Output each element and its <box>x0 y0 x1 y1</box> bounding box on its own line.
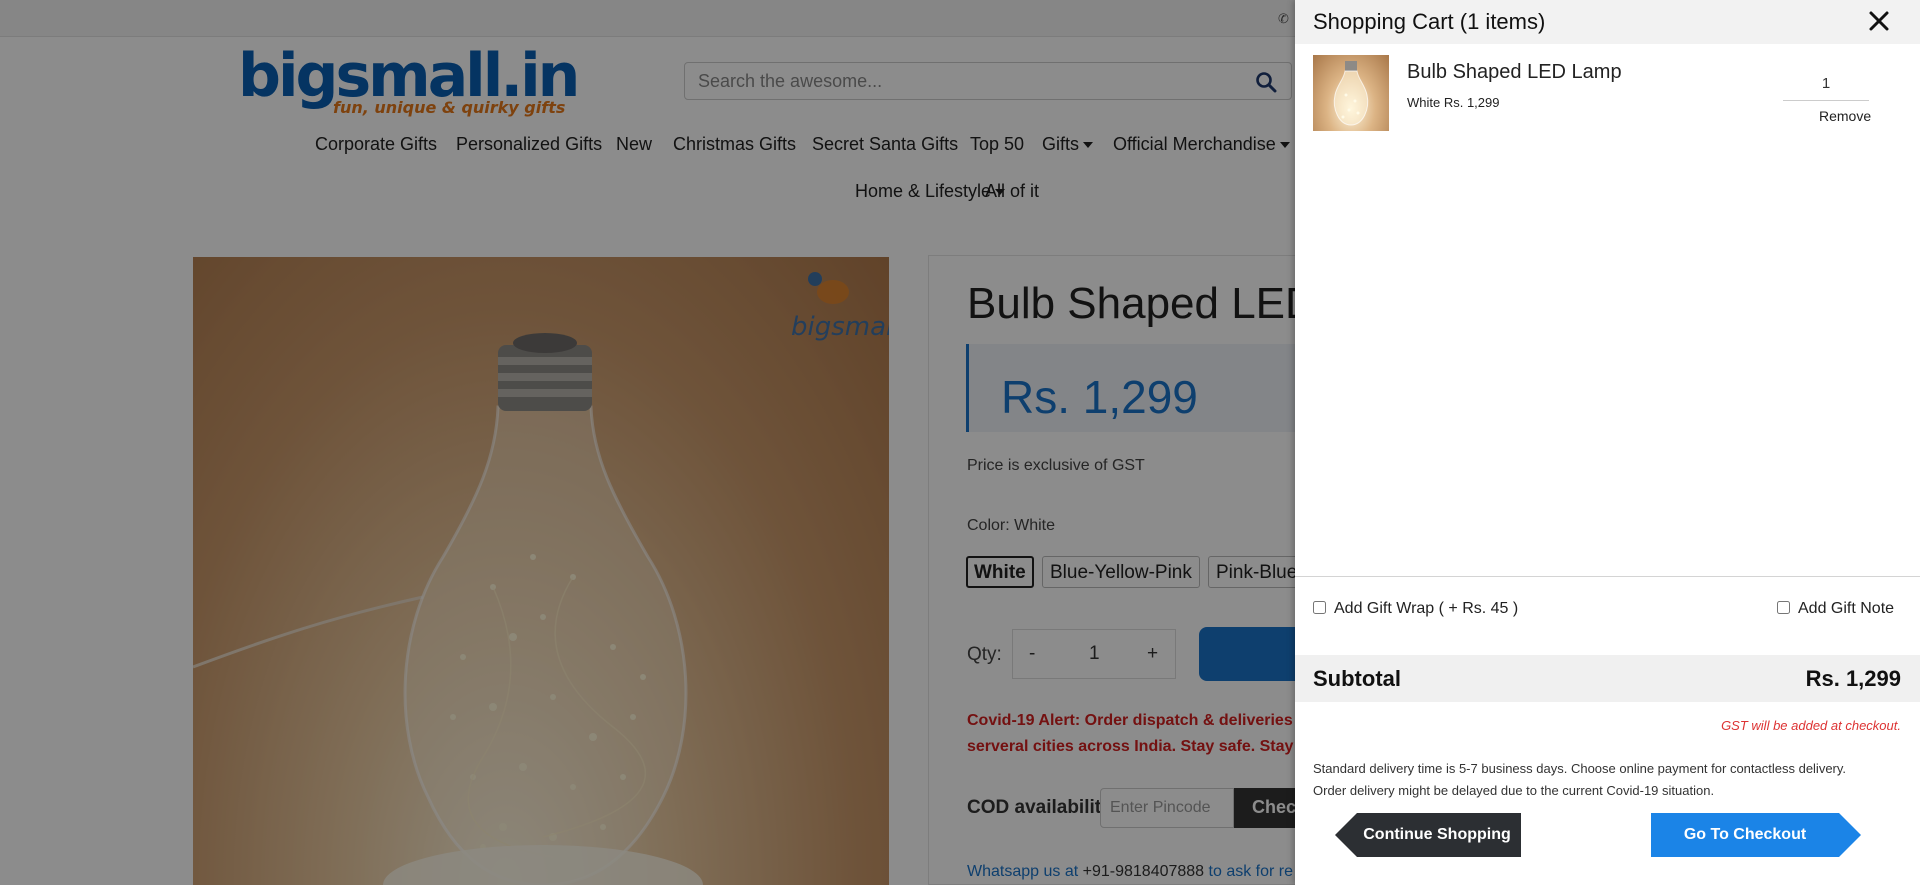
cart-item-thumbnail[interactable] <box>1313 55 1389 131</box>
delivery-note: Standard delivery time is 5-7 business d… <box>1313 758 1913 802</box>
cart-item-name[interactable]: Bulb Shaped LED Lamp <box>1407 61 1622 84</box>
cart-header: Shopping Cart (1 items) <box>1295 0 1920 44</box>
cart-item-variant: White Rs. 1,299 <box>1407 95 1500 110</box>
modal-backdrop[interactable] <box>0 0 1295 885</box>
cart-divider <box>1295 576 1920 577</box>
delivery-note-line-1: Standard delivery time is 5-7 business d… <box>1313 761 1847 776</box>
cart-title: Shopping Cart (1 items) <box>1313 9 1546 34</box>
gift-wrap-checkbox[interactable] <box>1313 601 1326 614</box>
gift-note-label: Add Gift Note <box>1798 600 1895 617</box>
close-icon[interactable] <box>1866 8 1892 34</box>
subtotal-bar: Subtotal Rs. 1,299 <box>1295 655 1920 702</box>
gift-wrap-label: Add Gift Wrap ( + Rs. 45 ) <box>1334 600 1519 617</box>
continue-shopping-button[interactable]: Continue Shopping <box>1335 813 1521 857</box>
gst-warning: GST will be added at checkout. <box>1721 718 1901 733</box>
cart-item-qty-input[interactable] <box>1783 67 1869 101</box>
go-to-checkout-button[interactable]: Go To Checkout <box>1651 813 1861 857</box>
subtotal-label: Subtotal <box>1313 666 1401 691</box>
delivery-note-line-2: Order delivery might be delayed due to t… <box>1313 783 1715 798</box>
gift-note-option[interactable]: Add Gift Note <box>1777 600 1894 618</box>
remove-item-link[interactable]: Remove <box>1819 108 1871 124</box>
gift-note-checkbox[interactable] <box>1777 601 1790 614</box>
gift-wrap-option[interactable]: Add Gift Wrap ( + Rs. 45 ) <box>1313 600 1518 618</box>
cart-drawer: Shopping Cart (1 items) Bulb Shaped LED … <box>1295 0 1920 885</box>
subtotal-value: Rs. 1,299 <box>1805 666 1901 691</box>
